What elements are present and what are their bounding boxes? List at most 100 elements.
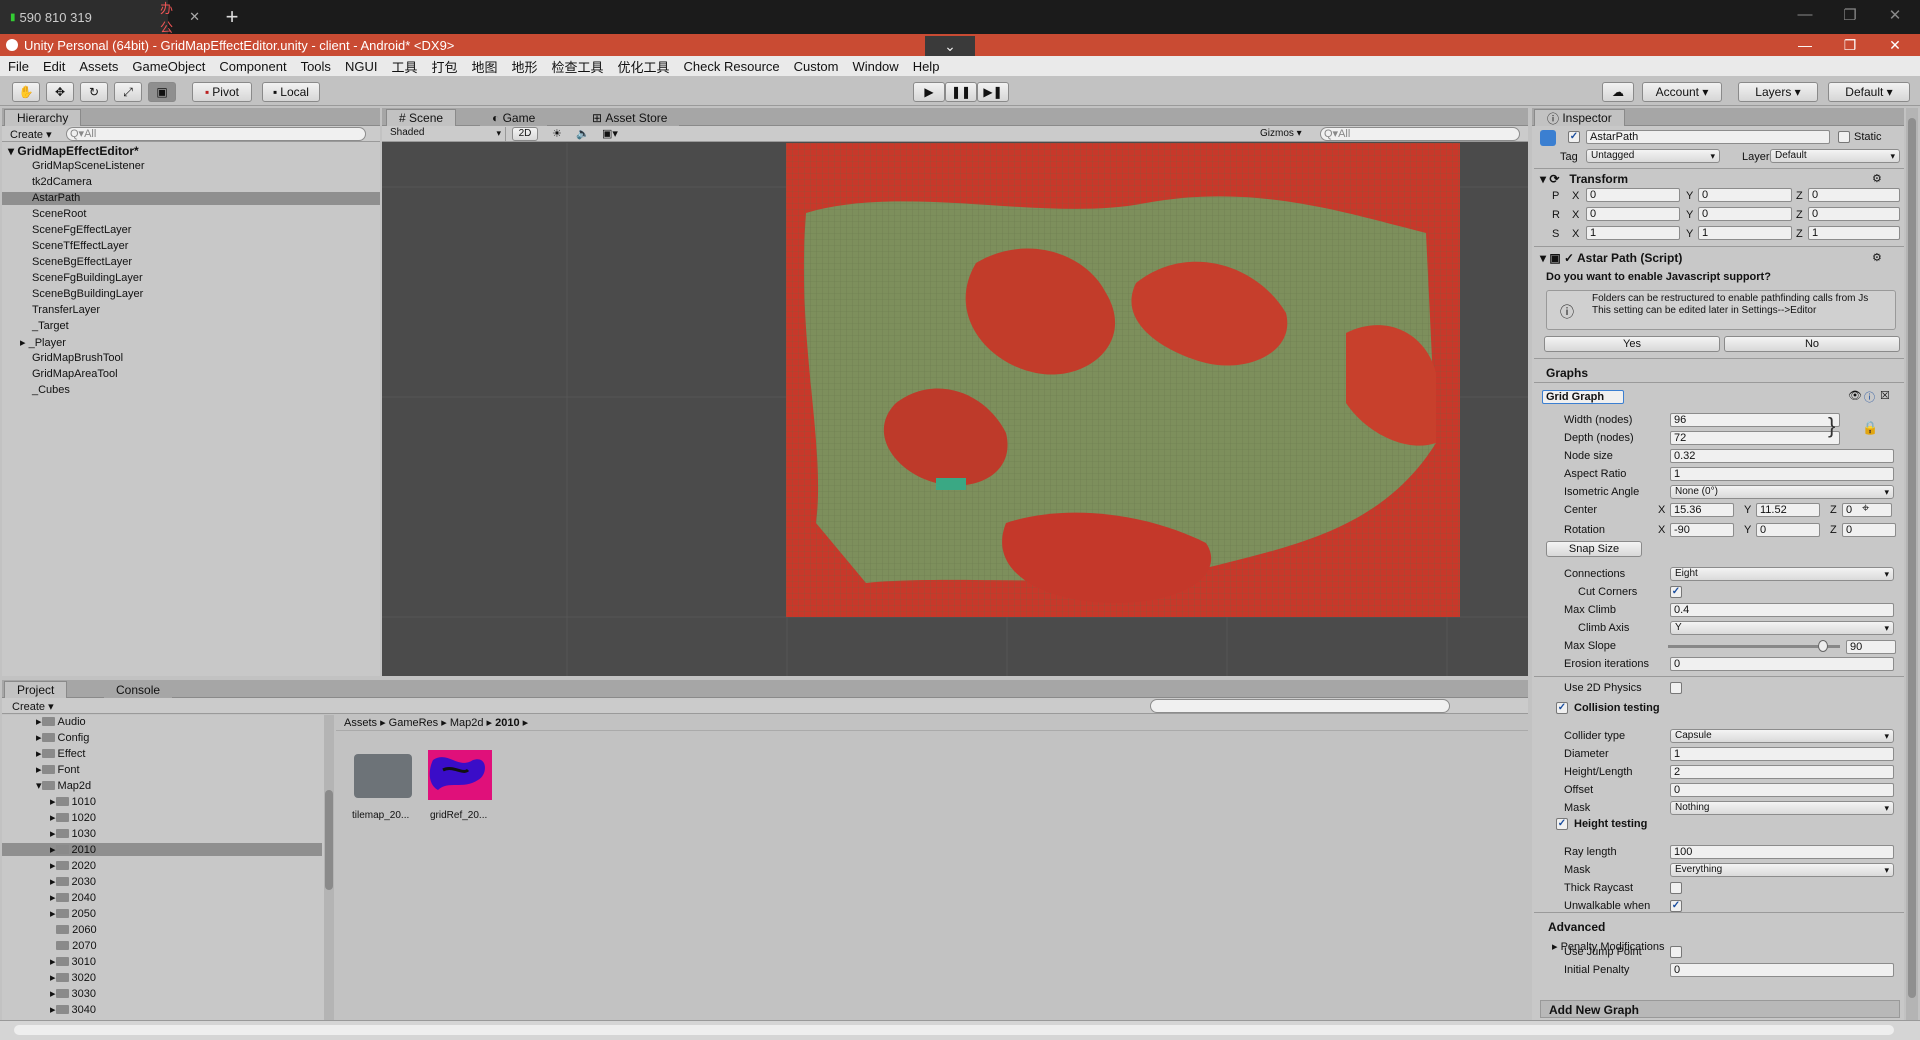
cut-corners-checkbox[interactable]: ✓ bbox=[1670, 586, 1682, 598]
folder-tree-item[interactable]: ▸ 2030 bbox=[50, 875, 96, 889]
active-checkbox[interactable]: ✓ bbox=[1568, 131, 1580, 143]
pivot-toggle[interactable]: ▪ Pivot bbox=[192, 82, 252, 102]
folder-tree-item[interactable]: ▸ Config bbox=[36, 731, 89, 745]
connections-dropdown[interactable]: Eight bbox=[1670, 567, 1894, 581]
shading-dropdown[interactable]: Shaded bbox=[386, 127, 506, 141]
light-icon[interactable]: ☀ bbox=[552, 127, 562, 140]
add-new-graph-button[interactable]: Add New Graph bbox=[1540, 1000, 1900, 1018]
pause-button[interactable]: ❚❚ bbox=[945, 82, 977, 102]
expand-arrow-icon[interactable]: ▸ bbox=[50, 827, 56, 840]
hierarchy-item[interactable]: GridMapAreaTool bbox=[32, 368, 118, 381]
expand-arrow-icon[interactable]: ▸ bbox=[50, 875, 56, 888]
tab-game[interactable]: ◐ Game bbox=[480, 109, 548, 126]
local-toggle[interactable]: ▪ Local bbox=[262, 82, 320, 102]
folder-tree-item[interactable]: 2060 bbox=[50, 923, 97, 936]
horizontal-scrollbar[interactable] bbox=[0, 1020, 1920, 1040]
menu-ditu[interactable]: 地图 bbox=[463, 57, 503, 76]
breadcrumb-item[interactable]: GameRes bbox=[389, 717, 439, 729]
scale-z[interactable]: 1 bbox=[1808, 226, 1900, 240]
texture-thumbnail-icon[interactable] bbox=[428, 750, 492, 800]
folder-tree-item[interactable]: ▸ 1020 bbox=[50, 811, 96, 825]
step-button[interactable]: ▶❚ bbox=[977, 82, 1009, 102]
create-dropdown[interactable]: Create ▾ bbox=[10, 128, 52, 141]
rotation-z[interactable]: 0 bbox=[1808, 207, 1900, 221]
breadcrumb-item[interactable]: Assets bbox=[344, 717, 377, 729]
settings-gear-icon[interactable]: ⚙ bbox=[1872, 251, 1882, 264]
rotation-x[interactable]: 0 bbox=[1586, 207, 1680, 221]
height-mask-dropdown[interactable]: Everything bbox=[1670, 863, 1894, 877]
menu-custom[interactable]: Custom bbox=[786, 59, 845, 74]
breadcrumb-item[interactable]: 2010 bbox=[495, 717, 519, 729]
menu-assets[interactable]: Assets bbox=[71, 59, 124, 74]
folder-tree-item[interactable]: ▸ Effect bbox=[36, 747, 85, 761]
hierarchy-item[interactable]: _Cubes bbox=[32, 384, 70, 397]
menu-dabao[interactable]: 打包 bbox=[423, 57, 463, 76]
rotation-z[interactable]: 0 bbox=[1842, 523, 1896, 537]
height-length-field[interactable]: 2 bbox=[1670, 765, 1894, 779]
expand-arrow-icon[interactable]: ▸ bbox=[36, 763, 42, 776]
layout-dropdown[interactable]: Default ▾ bbox=[1828, 82, 1910, 102]
cloud-icon[interactable]: ☁ bbox=[1602, 82, 1634, 102]
hierarchy-item[interactable]: _Target bbox=[32, 320, 69, 333]
minimize-icon[interactable]: — bbox=[1790, 6, 1820, 23]
hand-tool-icon[interactable]: ✋ bbox=[12, 82, 40, 102]
yes-button[interactable]: Yes bbox=[1544, 336, 1720, 352]
transform-header[interactable]: ▾ ⟳ Transform bbox=[1540, 172, 1628, 186]
rotation-y[interactable]: 0 bbox=[1698, 207, 1792, 221]
folder-tree-item[interactable]: ▾ Map2d bbox=[36, 779, 91, 793]
penalty-modifications-foldout[interactable]: ▸ Penalty Modifications bbox=[1552, 940, 1665, 953]
tab-inspector[interactable]: ⓘ Inspector bbox=[1534, 109, 1625, 126]
restore-icon[interactable]: ❐ bbox=[1835, 6, 1865, 24]
rotation-y[interactable]: 0 bbox=[1756, 523, 1820, 537]
expand-arrow-icon[interactable]: ▾ bbox=[36, 779, 42, 792]
erosion-iterations-field[interactable]: 0 bbox=[1670, 657, 1894, 671]
menu-gongju[interactable]: 工具 bbox=[383, 57, 423, 76]
gizmos-dropdown[interactable]: Gizmos ▾ bbox=[1260, 128, 1302, 139]
folder-tree-item[interactable]: ▸ 3010 bbox=[50, 955, 96, 969]
layers-dropdown[interactable]: Layers ▾ bbox=[1738, 82, 1818, 102]
scene-search-input[interactable]: Q▾All bbox=[1320, 127, 1520, 141]
close-icon[interactable]: ✕ bbox=[1880, 6, 1910, 24]
expand-arrow-icon[interactable]: ▸ bbox=[50, 795, 56, 808]
max-slope-slider-thumb[interactable] bbox=[1817, 640, 1828, 652]
menu-window[interactable]: Window bbox=[844, 59, 904, 74]
unwalkable-when-checkbox[interactable]: ✓ bbox=[1670, 900, 1682, 912]
initial-penalty-field[interactable]: 0 bbox=[1670, 963, 1894, 977]
expand-arrow-icon[interactable]: ▸ bbox=[50, 891, 56, 904]
height-testing-checkbox[interactable]: ✓ bbox=[1556, 818, 1568, 830]
hierarchy-item[interactable]: SceneRoot bbox=[32, 208, 86, 221]
scale-y[interactable]: 1 bbox=[1698, 226, 1792, 240]
close-icon[interactable]: ✕ bbox=[1880, 34, 1910, 56]
position-z[interactable]: 0 bbox=[1808, 188, 1900, 202]
expand-arrow-icon[interactable]: ▸ bbox=[36, 731, 42, 744]
info-icon[interactable]: ⓘ bbox=[1864, 389, 1875, 405]
expand-arrow-icon[interactable]: ▸ bbox=[50, 955, 56, 968]
expand-arrow-icon[interactable]: ▸ bbox=[50, 971, 56, 984]
use-2d-physics-checkbox[interactable] bbox=[1670, 682, 1682, 694]
climb-axis-dropdown[interactable]: Y bbox=[1670, 621, 1894, 635]
hierarchy-item[interactable]: ▸ _Player bbox=[20, 336, 66, 349]
expand-arrow-icon[interactable]: ▸ bbox=[50, 859, 56, 872]
aspect-ratio-field[interactable]: 1 bbox=[1670, 467, 1894, 481]
hierarchy-item[interactable]: SceneBgEffectLayer bbox=[32, 256, 132, 269]
collider-type-dropdown[interactable]: Capsule bbox=[1670, 729, 1894, 743]
center-y[interactable]: 11.52 bbox=[1756, 503, 1820, 517]
diameter-field[interactable]: 1 bbox=[1670, 747, 1894, 761]
folder-tree-item[interactable]: ▸ 2040 bbox=[50, 891, 96, 905]
minimize-icon[interactable]: — bbox=[1790, 34, 1820, 56]
hierarchy-item[interactable]: SceneFgEffectLayer bbox=[32, 224, 131, 237]
no-button[interactable]: No bbox=[1724, 336, 1900, 352]
chevron-down-icon[interactable]: ⌄ bbox=[925, 36, 975, 58]
project-search-input[interactable] bbox=[1150, 699, 1450, 713]
max-slope-field[interactable]: 90 bbox=[1846, 640, 1896, 654]
scale-x[interactable]: 1 bbox=[1586, 226, 1680, 240]
thick-raycast-checkbox[interactable] bbox=[1670, 882, 1682, 894]
folder-tree-item[interactable]: ▸ 3020 bbox=[50, 971, 96, 985]
folder-tree-item[interactable]: 2070 bbox=[50, 939, 97, 952]
folder-tree-item[interactable]: ▸ Font bbox=[36, 763, 80, 777]
expand-arrow-icon[interactable]: ▸ bbox=[50, 811, 56, 824]
menu-edit[interactable]: Edit bbox=[35, 59, 71, 74]
folder-tree-item[interactable]: ▸ 2020 bbox=[50, 859, 96, 873]
scene-map-image[interactable] bbox=[786, 143, 1460, 617]
move-tool-icon[interactable]: ✥ bbox=[46, 82, 74, 102]
